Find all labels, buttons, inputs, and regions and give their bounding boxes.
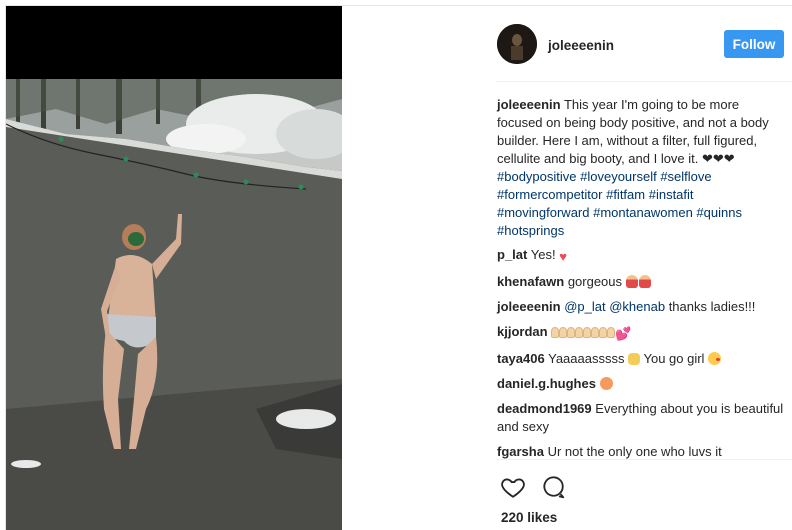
post-footer: 220 likes (496, 459, 792, 530)
comments-list: joleeeenin This year I'm going to be mor… (497, 96, 785, 468)
comment-item: taya406 Yaaaaasssss You go girl (497, 350, 785, 368)
clap-emoji-icon (575, 327, 584, 338)
comment-bubble-icon[interactable] (540, 474, 566, 500)
avatar-image (497, 24, 537, 64)
clap-emoji-icon (567, 327, 576, 338)
dancer-emoji-icon (625, 275, 638, 288)
photo-scene (6, 79, 342, 530)
post-header: joleeeenin Follow (496, 6, 792, 82)
dancer-emoji-icon (638, 275, 651, 288)
comment-text: Ur not the only one who luvs it (547, 444, 722, 459)
clap-emoji-icon (551, 327, 560, 338)
comment-bubble-icon-svg (543, 476, 565, 499)
clap-emoji-icon (599, 327, 608, 338)
two-hearts-emoji-icon: 💕 (615, 326, 632, 341)
heart-outline-icon-svg (501, 478, 525, 498)
comment-username[interactable]: daniel.g.hughes (497, 376, 596, 391)
heart-outline-icon[interactable] (500, 474, 526, 500)
comment-text: gorgeous (567, 274, 623, 289)
comment-username[interactable]: fgarsha (497, 444, 544, 459)
caption-hearts: ❤❤❤ (702, 151, 735, 166)
clap-emoji-icon (607, 327, 616, 338)
comment-item: daniel.g.hughes (497, 375, 785, 393)
instagram-post: joleeeenin Follow joleeeenin This year I… (5, 5, 792, 530)
comment-text-2: You go girl (643, 351, 705, 366)
photo-illustration (6, 79, 342, 530)
comment-item: joleeeenin @p_lat @khenab thanks ladies!… (497, 298, 785, 316)
comment-item: deadmond1969 Everything about you is bea… (497, 400, 785, 436)
clap-emoji-icon (583, 327, 592, 338)
comment-mentions[interactable]: @p_lat @khenab (564, 299, 665, 314)
comment-text: Yes! (530, 247, 556, 262)
comment-username[interactable]: p_lat (497, 247, 527, 262)
post-photo[interactable] (6, 6, 342, 530)
likes-count[interactable]: 220 likes (501, 510, 557, 525)
comment-text: thanks ladies!!! (668, 299, 756, 314)
caption-username[interactable]: joleeeenin (497, 97, 561, 112)
caption: joleeeenin This year I'm going to be mor… (497, 96, 785, 240)
comment-item: p_lat Yes! ♥ (497, 246, 785, 266)
comment-text: Yaaaaasssss (548, 351, 625, 366)
comment-username[interactable]: joleeeenin (497, 299, 561, 314)
post-side-panel: joleeeenin Follow joleeeenin This year I… (496, 6, 792, 530)
comment-username[interactable]: taya406 (497, 351, 545, 366)
comment-item: khenafawn gorgeous (497, 273, 785, 291)
avatar[interactable] (497, 24, 537, 64)
raised-hands-emoji-icon (628, 353, 641, 365)
comment-username[interactable]: kjjordan (497, 324, 548, 339)
peach-emoji-icon (599, 377, 613, 390)
clap-emoji-icon (591, 327, 600, 338)
comment-username[interactable]: deadmond1969 (497, 401, 592, 416)
clap-emoji-icon (559, 327, 568, 338)
kiss-face-emoji-icon (708, 352, 722, 365)
heart-emoji-icon: ♥ (559, 249, 567, 264)
follow-button[interactable]: Follow (724, 30, 784, 58)
caption-hashtags[interactable]: #bodypositive #loveyourself #selflove #f… (497, 169, 742, 238)
header-username[interactable]: joleeeenin (548, 38, 614, 53)
comment-item: kjjordan 💕 (497, 323, 785, 343)
clap-emojis (551, 324, 616, 339)
comment-username[interactable]: khenafawn (497, 274, 564, 289)
